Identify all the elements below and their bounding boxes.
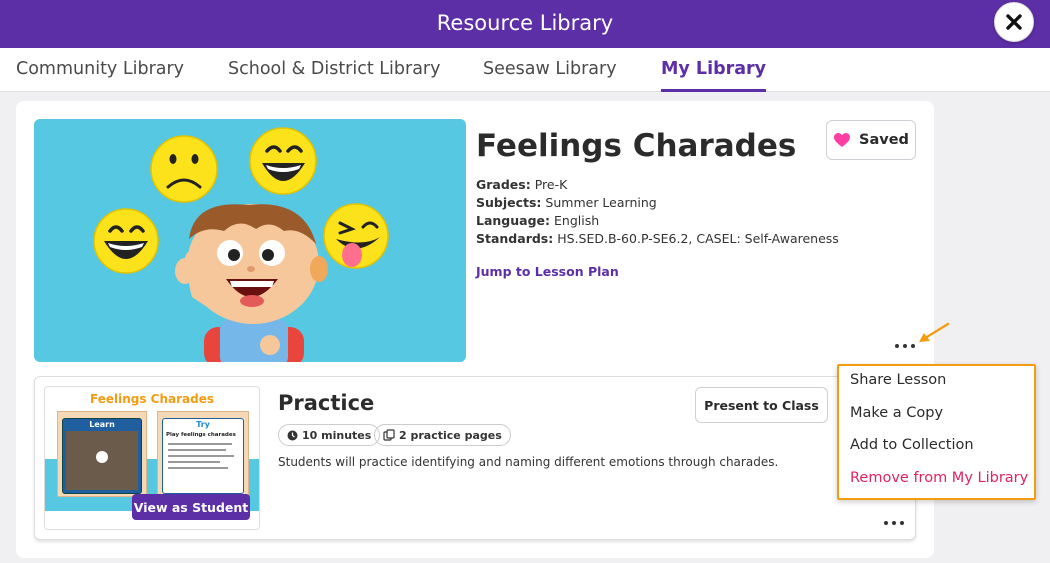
page-title: Resource Library [436,11,614,35]
meta-value: Summer Learning [545,195,657,210]
tab-seesaw-library[interactable]: Seesaw Library [483,48,617,92]
lesson-title: Feelings Charades [476,128,797,164]
menu-item-remove-from-library[interactable]: Remove from My Library [850,470,1028,486]
heart-icon [834,133,851,147]
video-preview [66,431,138,490]
try-heading: Play feelings charades [166,432,236,438]
play-icon [96,451,108,463]
meta-standards: Standards: HS.SED.B-60.P-SE6.2, CASEL: S… [476,231,839,246]
feelings-illustration [93,127,389,362]
pages-text: 2 practice pages [399,428,502,442]
thumbnail-title: Feelings Charades [89,392,214,406]
meta-label: Standards: [476,231,554,246]
saved-button[interactable]: Saved [826,120,916,160]
meta-value: English [554,213,600,228]
view-as-student-button[interactable]: View as Student [132,494,250,520]
learn-slide: Learn [57,411,147,497]
boy-character [175,204,328,362]
pointer-arrow-icon [919,322,950,342]
meta-subjects: Subjects: Summer Learning [476,195,657,210]
library-tabs: Community Library School & District Libr… [0,48,1050,92]
grinning-face-icon [93,208,159,274]
jump-to-lesson-plan-link[interactable]: Jump to Lesson Plan [476,264,619,279]
saved-label: Saved [859,132,909,148]
learn-label: Learn [89,420,115,429]
try-slide: Try Play feelings charades [157,411,249,497]
duration-text: 10 minutes [302,428,372,442]
lesson-more-options-icon[interactable] [892,339,918,353]
activity-title: Practice [278,391,375,415]
tongue-face-icon [323,203,389,269]
pages-icon [383,429,395,441]
meta-label: Grades: [476,177,531,192]
try-label: Try [196,420,210,429]
lesson-cover-image [34,119,466,362]
meta-value: HS.SED.B-60.P-SE6.2, CASEL: Self-Awarene… [557,231,839,246]
meta-label: Subjects: [476,195,542,210]
close-button[interactable] [994,2,1034,42]
tab-community-library[interactable]: Community Library [16,48,184,92]
menu-item-add-to-collection[interactable]: Add to Collection [850,437,974,453]
header-bar: Resource Library [0,0,1050,48]
meta-language: Language: English [476,213,599,228]
laughing-face-icon [249,127,317,195]
activity-description: Students will practice identifying and n… [278,455,779,469]
present-to-class-button[interactable]: Present to Class [695,387,828,423]
tab-my-library[interactable]: My Library [661,48,767,92]
lesson-options-menu: Share Lesson Make a Copy Add to Collecti… [837,364,1036,500]
duration-badge: 10 minutes [278,424,381,446]
meta-value: Pre-K [534,177,568,192]
pages-badge: 2 practice pages [374,424,511,446]
close-icon [1006,14,1022,30]
sad-face-icon [150,135,218,203]
clock-icon [287,430,298,440]
meta-grades: Grades: Pre-K [476,177,567,192]
menu-item-share-lesson[interactable]: Share Lesson [850,372,946,388]
meta-label: Language: [476,213,551,228]
tab-school-district-library[interactable]: School & District Library [228,48,440,92]
activity-more-options-icon[interactable] [881,516,907,530]
menu-item-make-copy[interactable]: Make a Copy [850,405,943,421]
